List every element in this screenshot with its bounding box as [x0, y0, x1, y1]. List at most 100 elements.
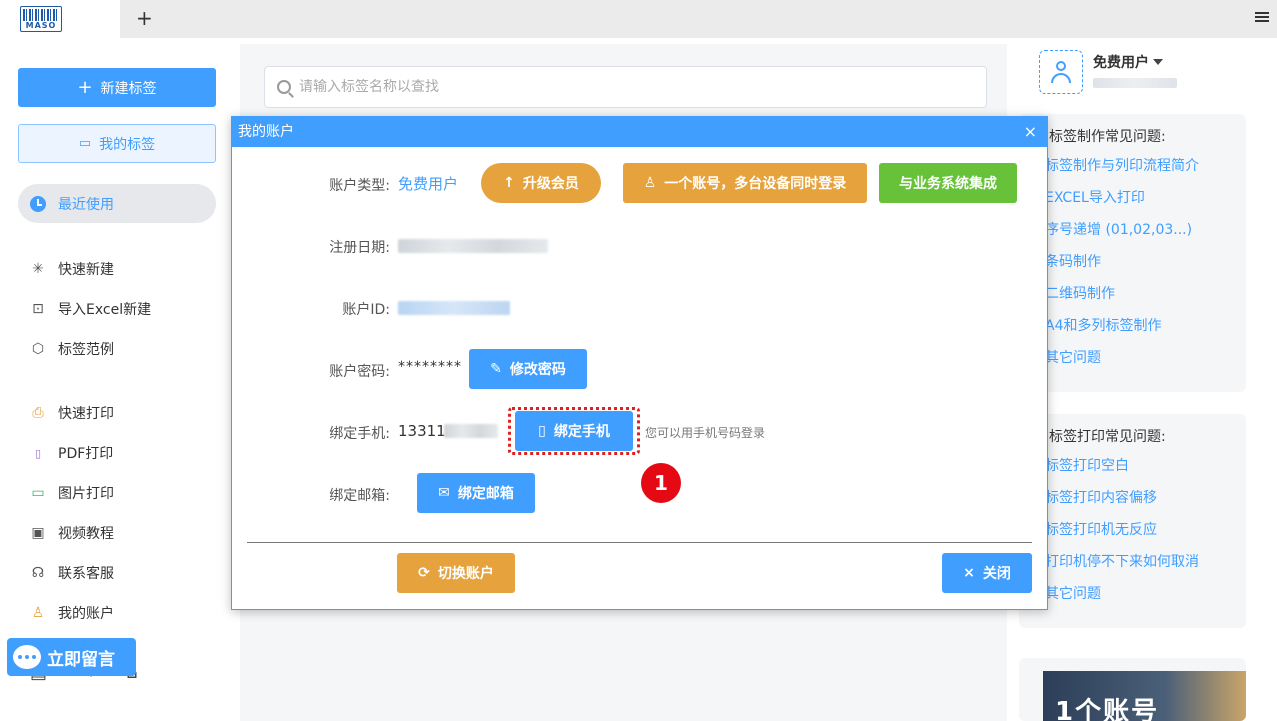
sidebar-item-pdf-print[interactable]: ▯ PDF打印: [30, 442, 113, 464]
user-avatar-icon: [1056, 61, 1066, 71]
left-sidebar: + 新建标签 ▭ 我的标签 最近使用 ✳ 快速新建 ⊡ 导入Excel新建 ⬡ …: [0, 38, 240, 721]
new-tab-button[interactable]: +: [136, 6, 153, 30]
dialog-header: 我的账户 ×: [232, 117, 1047, 147]
barcode-icon: [23, 9, 59, 21]
image-icon: ▭: [31, 485, 45, 501]
sidebar-item-examples[interactable]: ⬡ 标签范例: [30, 338, 114, 360]
user-id-masked: [1093, 78, 1177, 88]
bind-email-button[interactable]: ✉ 绑定邮箱: [417, 473, 535, 513]
switch-account-text: 切换账户: [437, 566, 494, 582]
step-badge: 1: [641, 463, 681, 503]
leave-message-text: 立即留言: [47, 649, 115, 670]
password-label: 账户密码:: [329, 364, 390, 380]
active-tab[interactable]: MASO: [0, 0, 120, 38]
plus-icon: +: [77, 77, 93, 98]
sidebar-item-label: 视频教程: [58, 526, 114, 542]
faq-link[interactable]: 、标签打印内容偏移: [1019, 482, 1246, 514]
search-input[interactable]: [299, 79, 986, 95]
video-icon: ▣: [31, 525, 45, 541]
faq-link[interactable]: 、标签打印空白: [1019, 450, 1246, 482]
mail-icon: ✉: [438, 485, 450, 501]
sidebar-item-label: 导入Excel新建: [58, 302, 152, 318]
close-icon[interactable]: ×: [1024, 117, 1037, 147]
sidebar-item-label: 我的账户: [58, 606, 114, 622]
sidebar-item-import-excel[interactable]: ⊡ 导入Excel新建: [30, 298, 151, 320]
sidebar-item-quick-print[interactable]: ⎙ 快速打印: [30, 402, 114, 424]
sidebar-item-contact-support[interactable]: ☊ 联系客服: [30, 562, 114, 584]
sidebar-item-label: 联系客服: [58, 566, 114, 582]
sidebar-item-my-account[interactable]: ♙ 我的账户: [30, 602, 114, 624]
faq-link[interactable]: 、打印机停不下来如何取消: [1019, 546, 1246, 578]
faq-making-box: 标签制作常见问题: 、标签制作与列印流程简介 、EXCEL导入打印 、序号递增 …: [1019, 114, 1246, 392]
email-label: 绑定邮箱:: [329, 488, 390, 504]
leave-message-button[interactable]: 立即留言: [7, 638, 136, 676]
faq-link[interactable]: 、EXCEL导入打印: [1019, 182, 1246, 214]
my-labels-button[interactable]: ▭ 我的标签: [18, 124, 216, 163]
user-avatar-body: [1051, 73, 1071, 83]
my-account-dialog: 我的账户 × 账户类型: 免费用户 ↑ 升级会员 ♙ 一个账号，多台设备同时登录…: [231, 116, 1048, 610]
pencil-icon: ✎: [490, 361, 502, 377]
sidebar-item-quick-new[interactable]: ✳ 快速新建: [30, 258, 114, 280]
new-label-button[interactable]: + 新建标签: [18, 68, 216, 107]
hamburger-menu-icon[interactable]: [1255, 12, 1269, 24]
bind-email-text: 绑定邮箱: [457, 486, 514, 502]
recent-used-text: 最近使用: [58, 196, 114, 213]
dialog-title: 我的账户: [238, 124, 294, 140]
account-id-label: 账户ID:: [342, 302, 390, 318]
faq-link[interactable]: 、二维码制作: [1019, 278, 1246, 310]
change-password-button[interactable]: ✎ 修改密码: [469, 349, 587, 389]
faq-link[interactable]: 、其它问题: [1019, 342, 1246, 374]
integrate-system-button[interactable]: 与业务系统集成: [879, 163, 1017, 203]
user-icon: ♙: [643, 175, 657, 191]
folder-icon: ▭: [78, 136, 92, 151]
switch-account-button[interactable]: ⟳ 切换账户: [397, 553, 515, 593]
upgrade-member-text: 升级会员: [522, 176, 579, 192]
my-labels-text: 我的标签: [99, 136, 156, 153]
sidebar-item-label: 标签范例: [58, 342, 114, 358]
faq-printing-box: 标签打印常见问题: 、标签打印空白 、标签打印内容偏移 、标签打印机无反应 、打…: [1019, 414, 1246, 628]
account-type-label: 账户类型:: [329, 178, 390, 194]
phone-login-hint: 您可以用手机号码登录: [645, 426, 766, 440]
caret-down-icon: [1153, 59, 1163, 65]
sidebar-item-label: 快速打印: [58, 406, 114, 422]
sidebar-item-video-tutorial[interactable]: ▣ 视频教程: [30, 522, 114, 544]
account-id-masked: [398, 301, 510, 315]
faq-printing-title: 标签打印常见问题:: [1049, 429, 1166, 445]
sidebar-item-label: PDF打印: [58, 446, 114, 462]
recent-used-item[interactable]: 最近使用: [18, 184, 216, 223]
sidebar-item-label: 图片打印: [58, 486, 114, 502]
promo-banner[interactable]: 1个账号: [1019, 658, 1246, 721]
close-button-text: 关闭: [982, 566, 1011, 582]
username-text: 免费用户: [1093, 55, 1149, 71]
logo-text: MASO: [25, 21, 57, 30]
maso-logo: MASO: [20, 6, 62, 32]
search-box[interactable]: [264, 66, 987, 108]
multi-device-login-button[interactable]: ♙ 一个账号，多台设备同时登录: [623, 163, 867, 203]
user-icon: ♙: [31, 605, 45, 621]
username-dropdown[interactable]: 免费用户: [1093, 52, 1163, 72]
close-button[interactable]: × 关闭: [942, 553, 1032, 593]
faq-link[interactable]: 、序号递增 (01,02,03...): [1019, 214, 1246, 246]
faq-link[interactable]: 、条码制作: [1019, 246, 1246, 278]
phone-label: 绑定手机:: [329, 426, 390, 442]
faq-making-title: 标签制作常见问题:: [1049, 129, 1166, 145]
faq-link[interactable]: 、标签打印机无反应: [1019, 514, 1246, 546]
dialog-divider: [247, 542, 1032, 543]
faq-link[interactable]: 、标签制作与列印流程简介: [1019, 150, 1246, 182]
faq-link[interactable]: 、A4和多列标签制作: [1019, 310, 1246, 342]
tab-bar: MASO +: [0, 0, 1277, 38]
sidebar-item-label: 快速新建: [58, 262, 114, 278]
pdf-icon: ▯: [34, 446, 42, 460]
headset-icon: ☊: [31, 565, 45, 581]
printer-icon: ⎙: [32, 405, 44, 421]
upgrade-member-button[interactable]: ↑ 升级会员: [481, 163, 601, 203]
reg-date-masked: [398, 239, 548, 253]
close-icon: ×: [963, 565, 975, 581]
search-icon: [277, 80, 291, 94]
avatar[interactable]: [1039, 50, 1083, 94]
sidebar-item-image-print[interactable]: ▭ 图片打印: [30, 482, 114, 504]
bind-phone-button[interactable]: ▯ 绑定手机: [515, 411, 633, 451]
faq-link[interactable]: 、其它问题: [1019, 578, 1246, 610]
reg-date-label: 注册日期:: [329, 240, 390, 256]
sparkle-icon: ✳: [32, 261, 44, 277]
